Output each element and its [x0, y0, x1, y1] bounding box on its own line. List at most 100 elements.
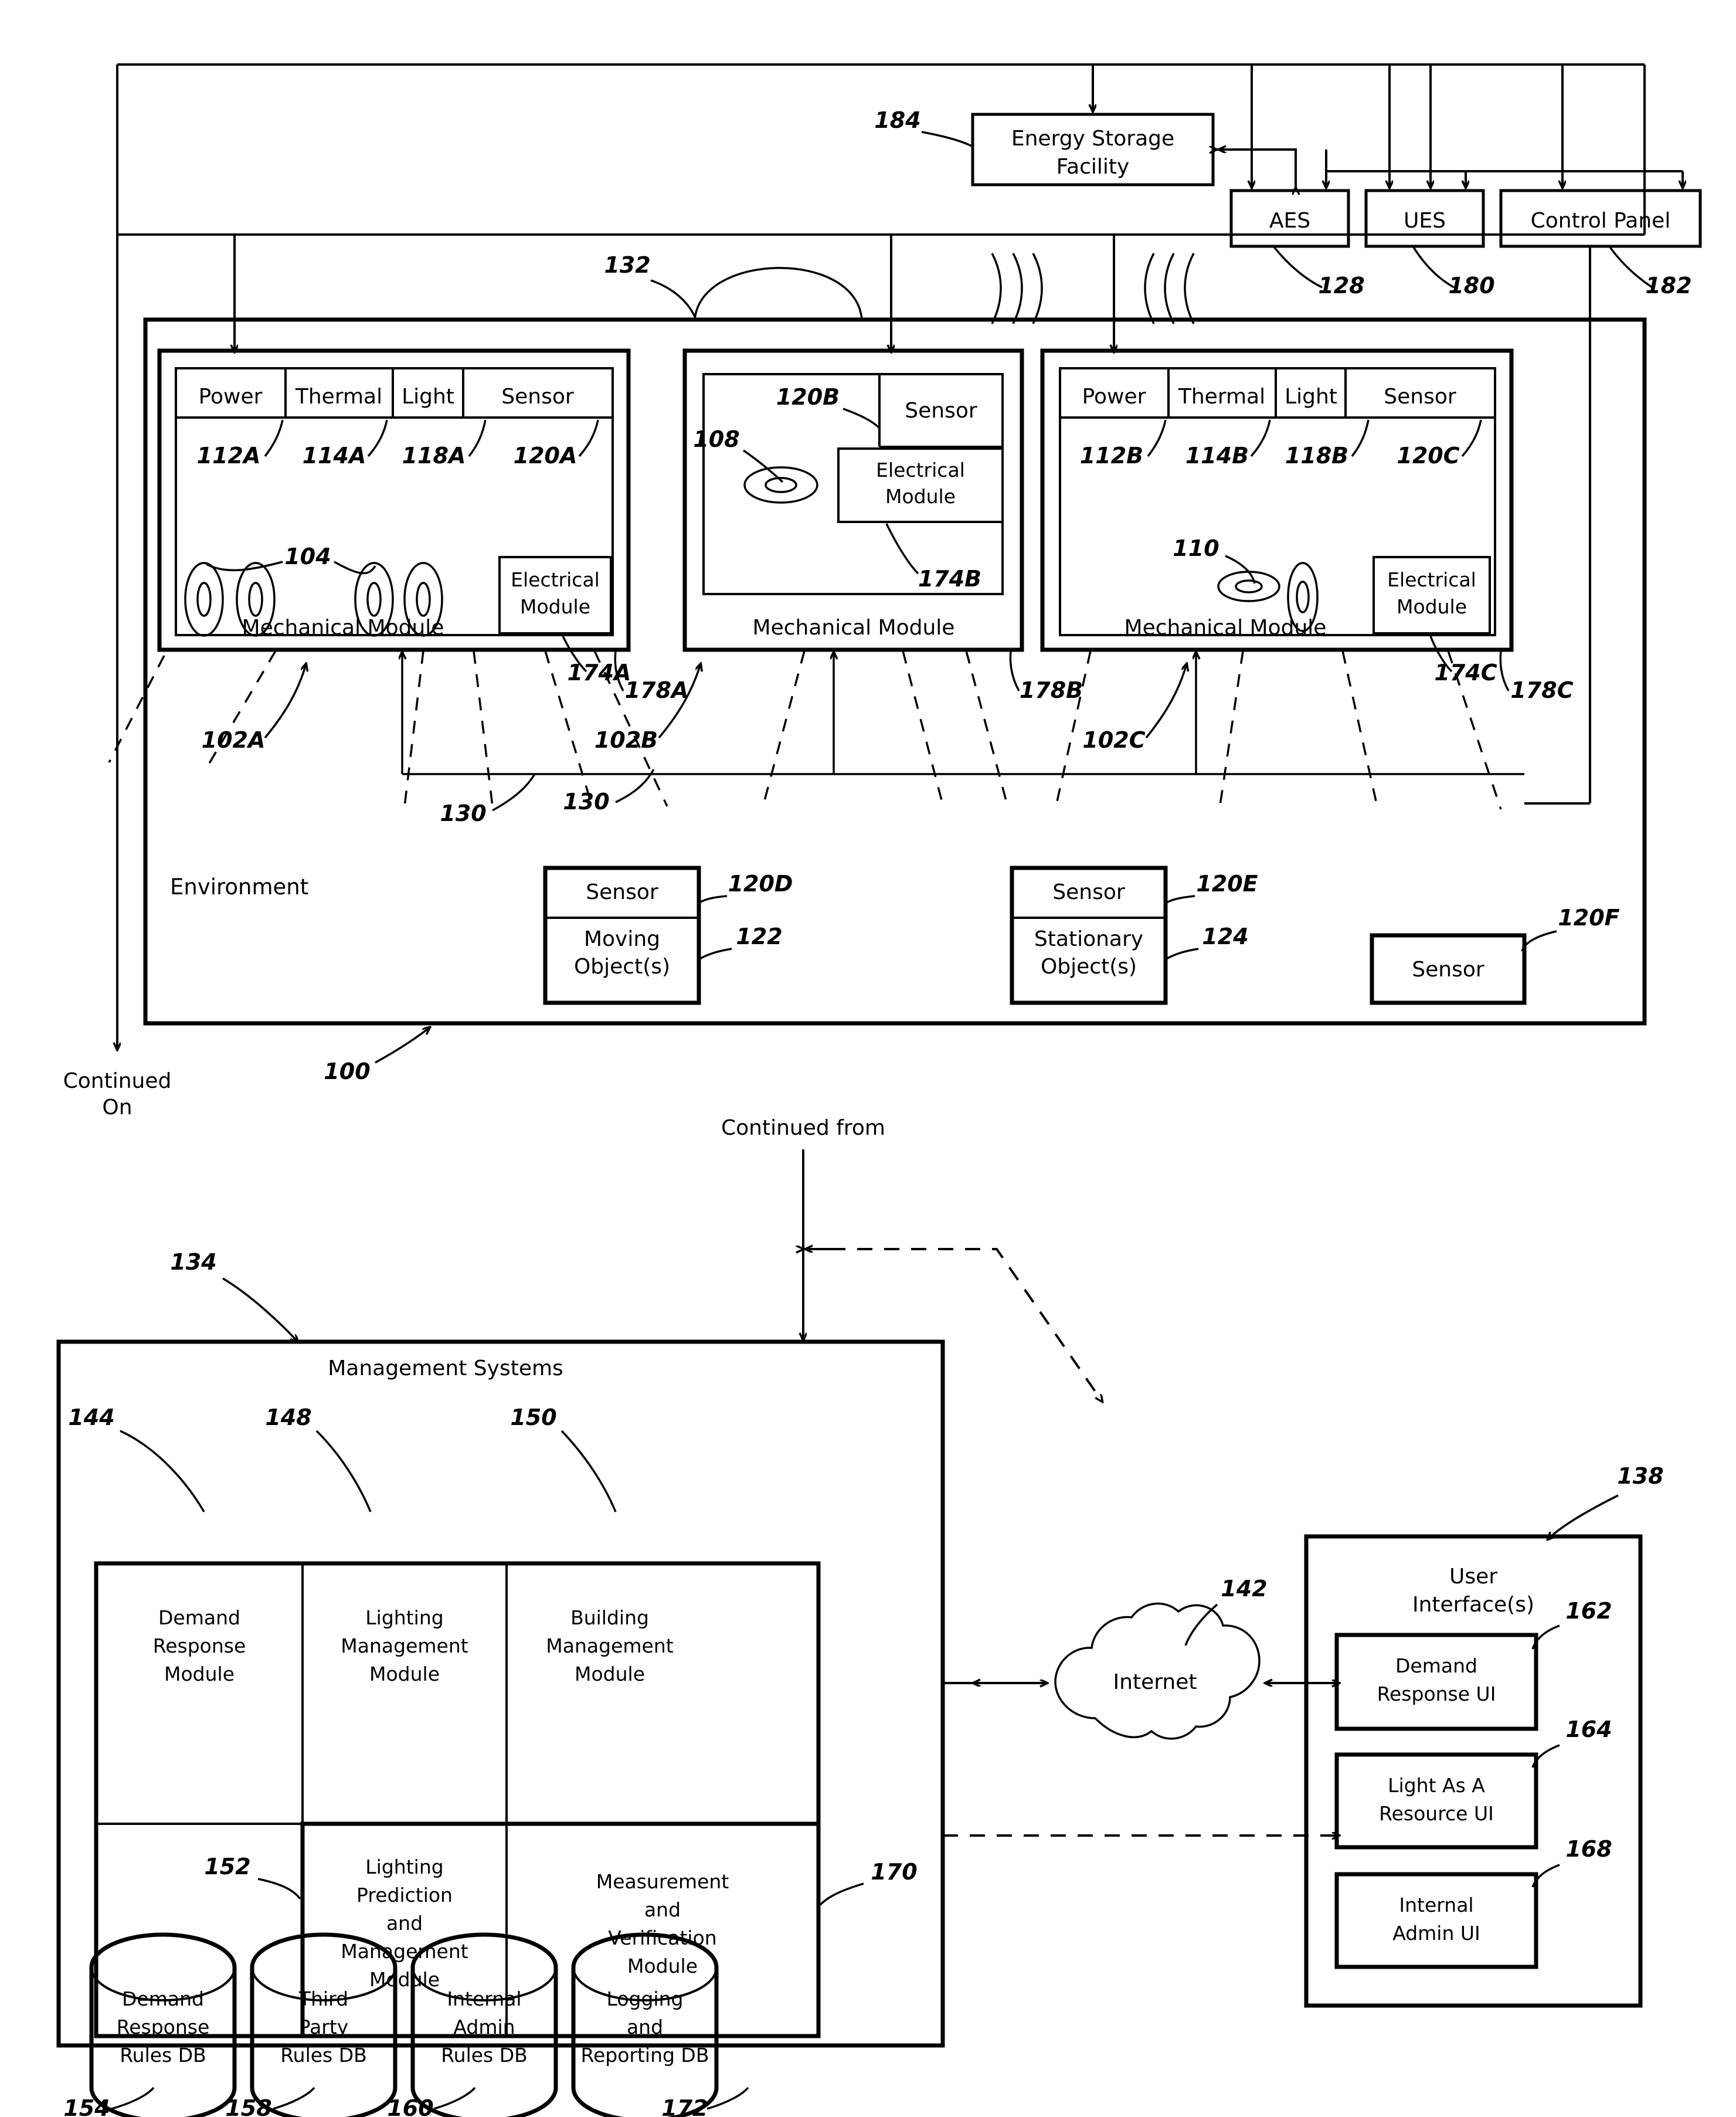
ref-148: 148 — [265, 1404, 311, 1430]
ref-114A: 114A — [303, 443, 366, 469]
ref-120D: 120D — [728, 871, 793, 897]
continued-on-label-line1: Continued — [63, 1069, 172, 1093]
ref-158: 158 — [225, 2095, 271, 2117]
aes-label: AES — [1269, 209, 1310, 233]
management-systems-box — [56, 1339, 945, 2048]
moving-objects-line2: Object(s) — [574, 955, 670, 979]
wireless-waves-2 — [1144, 253, 1195, 324]
fixture-b-mechanical-label: Mechanical Module — [753, 616, 955, 640]
ref-130-left: 130 — [440, 800, 486, 826]
ui-light-as-resource-box[interactable] — [1334, 1752, 1538, 1850]
ref-160: 160 — [387, 2095, 433, 2117]
module-170-line1: Measurement — [596, 1870, 729, 1893]
ref-108: 108 — [693, 426, 739, 452]
ref-180: 180 — [1448, 273, 1494, 298]
ref-162: 162 — [1565, 1598, 1612, 1624]
fixture-a-mechanical-label: Mechanical Module — [242, 616, 444, 640]
ui-162-line1: Demand — [1395, 1654, 1477, 1677]
environment-label: Environment — [170, 874, 308, 900]
ref-102A: 102A — [202, 727, 266, 753]
patent-figure: Continued On Energy Storage Facility 184… — [56, 63, 1702, 2117]
db-158-line2: Party — [299, 2016, 349, 2038]
ref-102C: 102C — [1082, 727, 1145, 753]
ues-label: UES — [1404, 209, 1446, 233]
module-148-line1: Lighting — [365, 1606, 443, 1629]
module-144-line1: Demand — [158, 1606, 240, 1629]
db-160-line2: Admin — [453, 2016, 515, 2038]
module-170-line4: Module — [627, 1955, 698, 1977]
ref-178A: 178A — [625, 677, 689, 703]
ref-164: 164 — [1565, 1716, 1612, 1742]
fixture-a-electrical-line2: Module — [520, 595, 590, 618]
internet-label: Internet — [1113, 1670, 1197, 1694]
module-148-line3: Module — [369, 1663, 440, 1685]
module-150-line3: Module — [575, 1663, 645, 1685]
fixture-a-bar-light-label: Light — [402, 385, 454, 409]
module-148-line2: Management — [341, 1634, 468, 1657]
energy-storage-label-line1: Energy Storage — [1011, 127, 1174, 151]
ref-118A: 118A — [402, 443, 466, 469]
env-sensor-d-label: Sensor — [586, 880, 658, 904]
db-158-line1: Third — [298, 1987, 348, 2010]
ui-internal-admin-box[interactable] — [1334, 1872, 1538, 1969]
ref-174A: 174A — [568, 660, 631, 686]
module-150-line2: Management — [546, 1634, 673, 1657]
fixture-102B[interactable] — [682, 348, 1024, 652]
fixture-c-bar-thermal-label: Thermal — [1178, 385, 1265, 409]
ref-174C: 174C — [1434, 660, 1497, 686]
ref-120E: 120E — [1196, 871, 1258, 897]
fixture-c-bar-power-label: Power — [1082, 385, 1146, 409]
ui-164-line1: Light As A — [1388, 1774, 1485, 1797]
fixture-c-electrical-line2: Module — [1397, 595, 1467, 618]
db-160-line3: Rules DB — [441, 2044, 528, 2067]
ref-112B: 112B — [1080, 443, 1143, 469]
ref-124: 124 — [1202, 924, 1248, 949]
ui-168-line1: Internal — [1399, 1894, 1473, 1916]
db-154-line3: Rules DB — [120, 2044, 206, 2067]
ref-104: 104 — [284, 544, 331, 569]
ref-120B: 120B — [776, 384, 840, 410]
ui-164-line2: Resource UI — [1379, 1802, 1494, 1825]
db-160-line1: Internal — [447, 1987, 521, 2010]
module-144-line2: Response — [153, 1634, 246, 1657]
ref-102B: 102B — [594, 727, 658, 753]
module-144-line3: Module — [164, 1663, 235, 1685]
ref-182: 182 — [1645, 273, 1691, 298]
ref-120F: 120F — [1558, 905, 1619, 931]
fixture-b-electrical-line2: Module — [885, 485, 956, 508]
ref-122: 122 — [736, 924, 782, 949]
stationary-objects-line1: Stationary — [1034, 927, 1143, 951]
fixture-c-bar-sensor-label: Sensor — [1384, 385, 1456, 409]
db-158-line3: Rules DB — [280, 2044, 367, 2067]
ref-144: 144 — [68, 1404, 114, 1430]
fixture-a-bar-sensor-label: Sensor — [501, 385, 574, 409]
fixture-c-electrical-line1: Electrical — [1387, 568, 1476, 591]
db-172-line3: Reporting DB — [581, 2044, 709, 2067]
db-154-line1: Demand — [122, 1987, 204, 2010]
module-152-line2: Prediction — [356, 1884, 453, 1906]
fixture-a-electrical-line1: Electrical — [511, 568, 600, 591]
ui-162-line2: Response UI — [1377, 1682, 1496, 1705]
fixture-c-mechanical-label: Mechanical Module — [1125, 616, 1327, 640]
fixture-b-lamps — [743, 466, 818, 504]
light-rays — [108, 650, 1502, 810]
ref-100: 100 — [324, 1058, 370, 1084]
stationary-objects-line2: Object(s) — [1041, 955, 1137, 979]
bus-feeder-lines — [1252, 65, 1683, 189]
ref-152: 152 — [204, 1854, 250, 1879]
environment-box — [143, 317, 1647, 1026]
ref-138: 138 — [1617, 1463, 1663, 1489]
ui-demand-response-box[interactable] — [1334, 1633, 1538, 1731]
db-172-line2: and — [627, 2016, 663, 2038]
ui-168-line2: Admin UI — [1392, 1922, 1480, 1945]
module-152-line3: and — [386, 1912, 423, 1935]
ref-150: 150 — [510, 1404, 556, 1430]
ref-142: 142 — [1221, 1576, 1267, 1602]
ref-120A: 120A — [514, 443, 577, 469]
ref-134: 134 — [170, 1249, 216, 1275]
module-170-line2: and — [644, 1898, 681, 1921]
ref-170: 170 — [871, 1859, 917, 1885]
ref-172: 172 — [661, 2095, 708, 2117]
ref-112A: 112A — [197, 443, 261, 469]
control-panel-label: Control Panel — [1531, 209, 1671, 233]
